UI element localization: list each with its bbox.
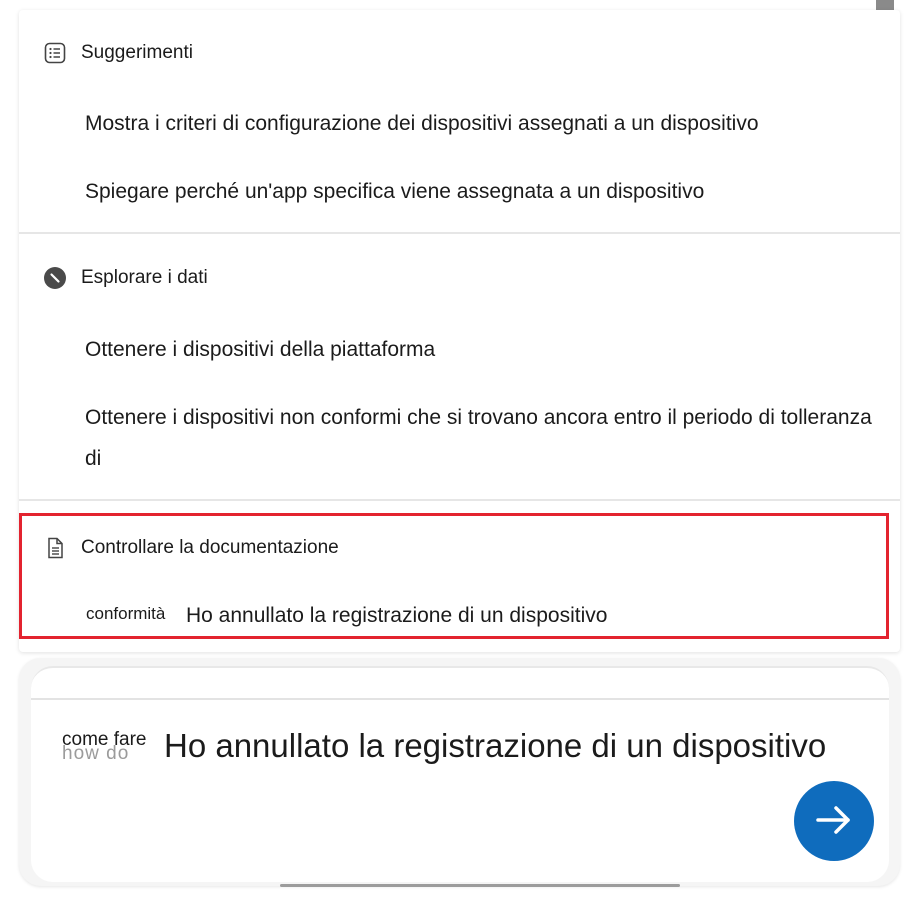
chat-composer xyxy=(19,658,900,886)
explore-heading: Esplorare i dati xyxy=(81,267,208,288)
composer-divider xyxy=(31,698,889,700)
section-divider xyxy=(19,232,900,234)
suggestions-heading: Suggerimenti xyxy=(81,42,193,63)
send-button[interactable] xyxy=(794,781,874,861)
arrow-right-icon xyxy=(814,800,854,843)
suggestions-header: Suggerimenti xyxy=(43,40,193,66)
explore-item[interactable]: Ottenere i dispositivi non conformi che … xyxy=(85,397,875,479)
list-icon xyxy=(43,41,67,65)
explore-header: Esplorare i dati xyxy=(43,265,208,291)
section-divider xyxy=(19,499,900,501)
bottom-shadow xyxy=(280,884,680,887)
suggestion-item[interactable]: Spiegare perché un'app specifica viene a… xyxy=(85,171,704,212)
documentation-tag: conformità xyxy=(86,604,166,623)
composer-prefix: come fare xyxy=(62,729,147,750)
compass-icon xyxy=(43,266,67,290)
explore-item[interactable]: Ottenere i dispositivi della piattaforma xyxy=(85,329,435,370)
composer-query[interactable]: Ho annullato la registrazione di un disp… xyxy=(164,727,826,765)
suggestion-item[interactable]: Mostra i criteri di configurazione dei d… xyxy=(85,103,759,144)
